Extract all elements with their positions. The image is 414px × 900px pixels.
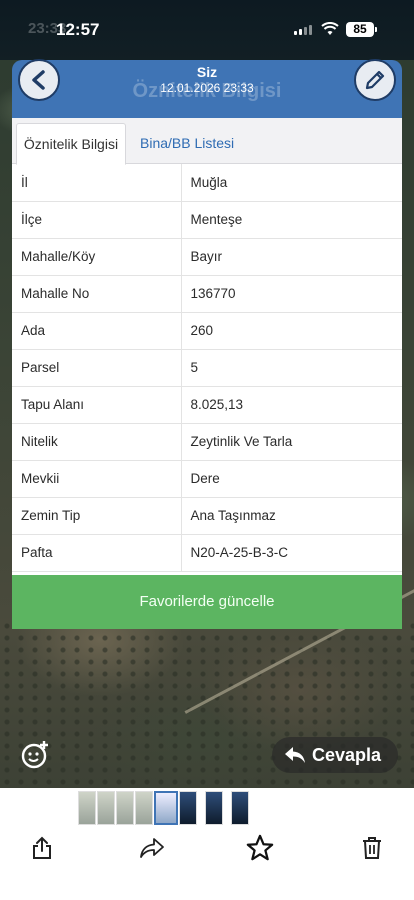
wifi-icon	[321, 22, 339, 35]
attribute-row: Tapu Alanı 8.025,13	[12, 386, 402, 424]
battery-indicator: 85	[346, 22, 377, 37]
attribute-key: Ada	[12, 312, 182, 350]
delete-button[interactable]	[358, 834, 386, 862]
attribute-value: Muğla	[181, 164, 402, 202]
tab-building-list[interactable]: Bina/BB Listesi	[134, 123, 240, 165]
tab-bar: Öznitelik Bilgisi Bina/BB Listesi	[12, 118, 402, 165]
chevron-left-icon	[32, 70, 45, 90]
add-reaction-icon[interactable]	[20, 740, 50, 770]
attribute-key: Nitelik	[12, 423, 182, 461]
attribute-card: Öznitelik Bilgisi Bina/BB Listesi İl Muğl…	[12, 118, 402, 628]
attribute-value: Bayır	[181, 238, 402, 276]
cellular-signal-icon	[294, 25, 312, 35]
dialog-header: Öznitelik Bilgisi Siz 12.01.2026 23:33	[12, 60, 402, 122]
attribute-row: İlçe Menteşe	[12, 201, 402, 239]
attribute-key: İl	[12, 164, 182, 202]
attribute-row: Parsel 5	[12, 349, 402, 387]
update-favorites-button[interactable]: Favorilerde güncelle	[12, 575, 402, 629]
message-date: 12.01.2026 23:33	[160, 81, 254, 95]
attribute-row: Mevkii Dere	[12, 460, 402, 498]
thumbnail[interactable]	[97, 791, 115, 825]
attribute-row: Zemin Tip Ana Taşınmaz	[12, 497, 402, 535]
thumbnail[interactable]	[231, 791, 249, 825]
reply-arrow-icon	[285, 747, 305, 763]
attribute-row: Ada 260	[12, 312, 402, 350]
reply-label: Cevapla	[312, 744, 382, 765]
share-icon	[33, 836, 51, 859]
attribute-value: Ana Taşınmaz	[181, 497, 402, 535]
attribute-table: İl Muğla İlçe Menteşe Mahalle/Köy Bayır Mahall…	[12, 164, 402, 572]
attribute-key: Mahalle No	[12, 275, 182, 313]
thumbnail-strip	[78, 791, 249, 825]
attribute-key: Mevkii	[12, 460, 182, 498]
pencil-icon	[365, 70, 385, 90]
thumbnail[interactable]	[135, 791, 153, 825]
tab-attribute-info[interactable]: Öznitelik Bilgisi	[16, 123, 126, 165]
attribute-value: 5	[181, 349, 402, 387]
attribute-row: Pafta N20-A-25-B-3-C	[12, 534, 402, 572]
attribute-value: N20-A-25-B-3-C	[181, 534, 402, 572]
attribute-value: 136770	[181, 275, 402, 313]
attribute-key: Mahalle/Köy	[12, 238, 182, 276]
attribute-value: Zeytinlik Ve Tarla	[181, 423, 402, 461]
trash-icon	[363, 837, 381, 859]
attribute-key: Pafta	[12, 534, 182, 572]
forward-icon	[140, 838, 164, 858]
attribute-value: 8.025,13	[181, 386, 402, 424]
star-icon	[246, 834, 274, 861]
attribute-value: 260	[181, 312, 402, 350]
attribute-value: Dere	[181, 460, 402, 498]
attribute-value: Menteşe	[181, 201, 402, 239]
forward-button[interactable]	[138, 834, 166, 862]
attribute-key: İlçe	[12, 201, 182, 239]
attribute-key: Tapu Alanı	[12, 386, 182, 424]
attribute-key: Zemin Tip	[12, 497, 182, 535]
thumbnail-spacer	[224, 791, 230, 825]
edit-button[interactable]	[354, 59, 396, 101]
thumbnail[interactable]	[205, 791, 223, 825]
thumbnail[interactable]	[179, 791, 197, 825]
share-button[interactable]	[28, 834, 56, 862]
reply-button[interactable]: Cevapla	[272, 737, 398, 773]
status-time: 12:57	[56, 20, 100, 39]
favorite-button[interactable]	[246, 834, 274, 862]
attribute-row: Mahalle No 136770	[12, 275, 402, 313]
attribute-row: Mahalle/Köy Bayır	[12, 238, 402, 276]
attribute-row: Nitelik Zeytinlik Ve Tarla	[12, 423, 402, 461]
attribute-key: Parsel	[12, 349, 182, 387]
thumbnail-selected[interactable]	[154, 791, 178, 825]
status-bar: 23:33 12:57 85	[0, 0, 414, 60]
thumbnail-spacer	[198, 791, 204, 825]
message-sender: Siz	[196, 64, 218, 80]
attribute-row: İl Muğla	[12, 164, 402, 202]
thumbnail[interactable]	[78, 791, 96, 825]
thumbnail[interactable]	[116, 791, 134, 825]
bottom-toolbar	[0, 788, 414, 900]
back-button[interactable]	[18, 59, 60, 101]
